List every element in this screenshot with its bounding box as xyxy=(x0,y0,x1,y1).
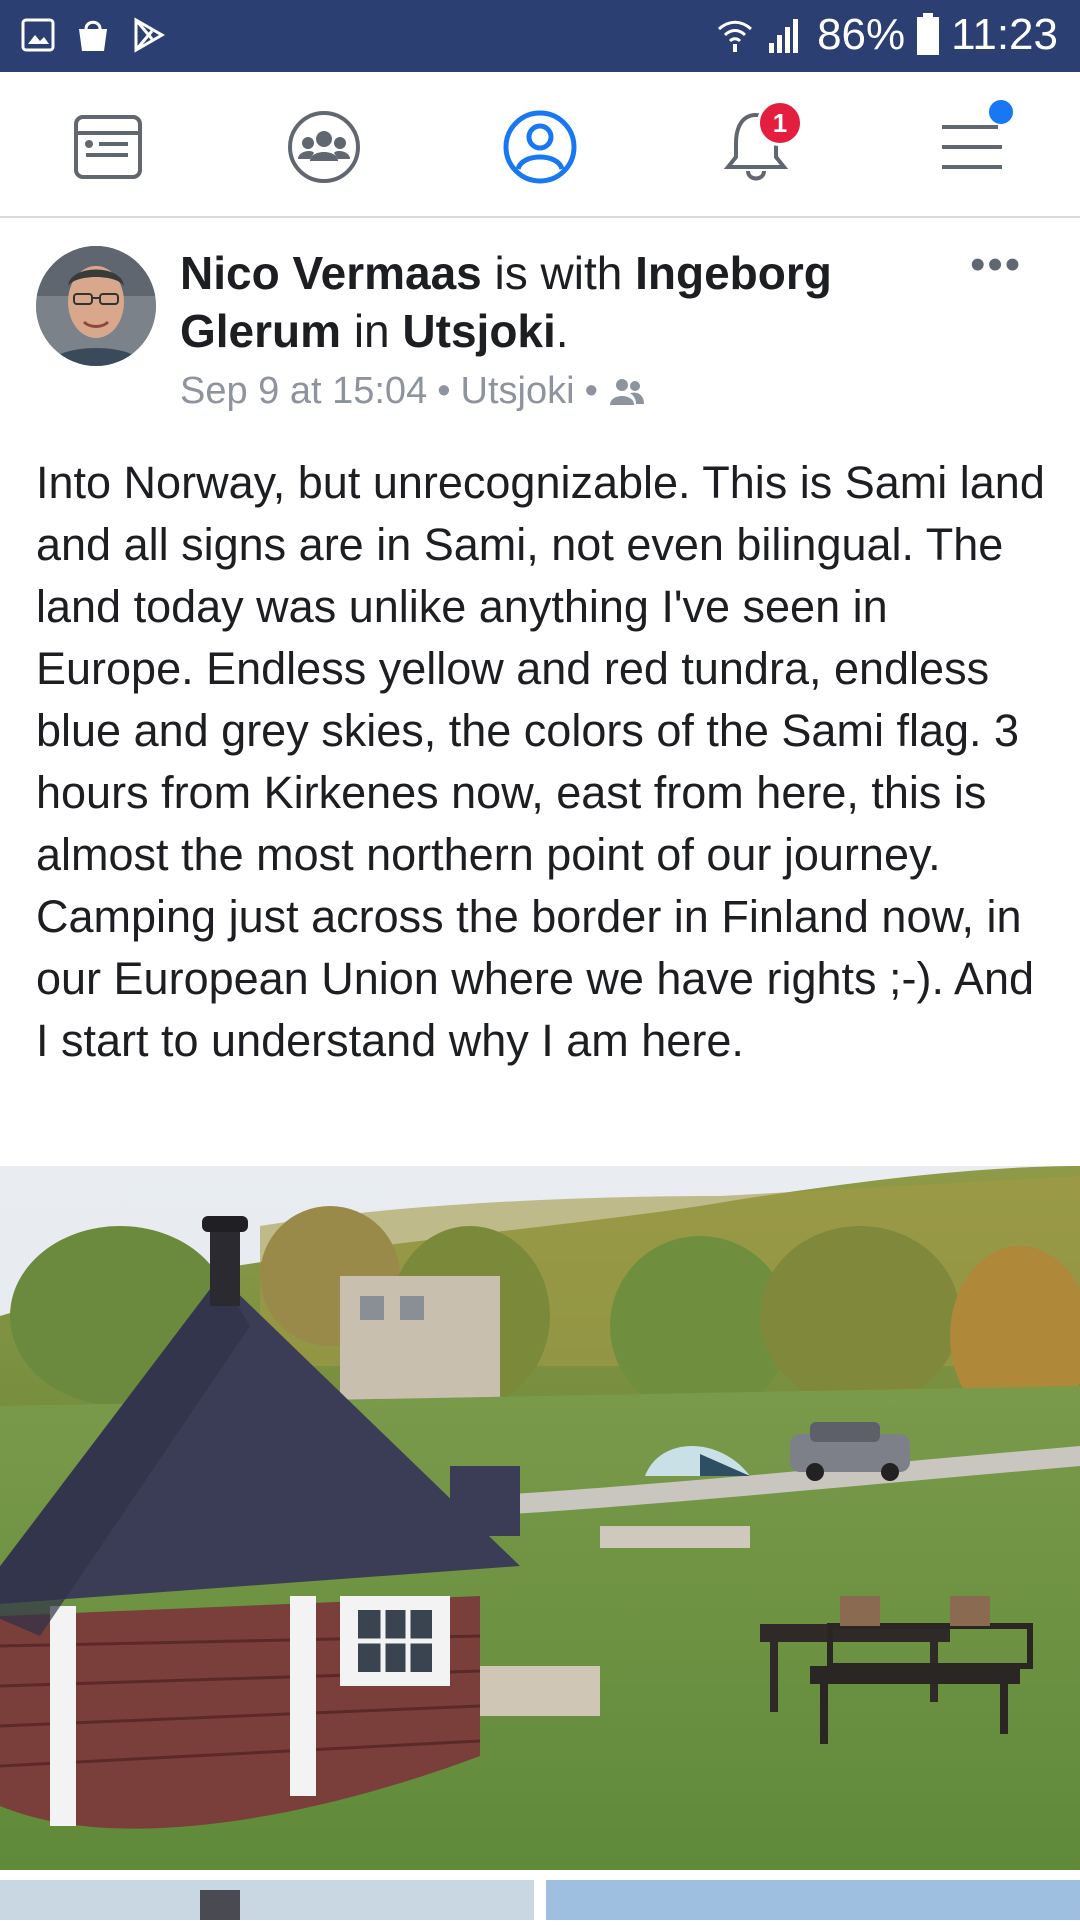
profile-icon xyxy=(503,110,577,184)
notification-badge: 1 xyxy=(757,100,803,146)
photo-thumbnails xyxy=(0,1880,1080,1920)
post-photo[interactable] xyxy=(0,1166,1080,1870)
notifications-tab[interactable]: 1 xyxy=(711,100,803,192)
post-timestamp[interactable]: Sep 9 at 15:04 xyxy=(180,370,427,413)
friends-icon[interactable] xyxy=(608,377,646,407)
post-body: Into Norway, but unrecognizable. This is… xyxy=(36,457,1045,1066)
meta-separator: • xyxy=(584,370,598,412)
top-navigation: 1 xyxy=(0,72,1080,218)
shopping-bag-icon xyxy=(79,20,107,51)
signal-icon xyxy=(769,19,799,53)
more-photos-strip[interactable] xyxy=(0,1880,1080,1920)
with-connector: is with xyxy=(494,247,623,299)
menu-tab[interactable] xyxy=(927,100,1017,192)
gallery-icon xyxy=(21,18,55,52)
post-location[interactable]: Utsjoki xyxy=(461,370,575,413)
status-right: 86% 11:23 xyxy=(715,10,1058,60)
battery-percent: 86% xyxy=(817,10,906,59)
play-store-icon xyxy=(134,17,166,53)
wifi-icon xyxy=(718,20,753,52)
post-options-button[interactable]: ••• xyxy=(970,240,1022,290)
battery-icon xyxy=(917,13,940,55)
status-bar: 86% 11:23 xyxy=(0,0,1080,72)
post-meta: Sep 9 at 15:04 • Utsjoki • xyxy=(180,370,646,413)
headline-period: . xyxy=(555,305,569,357)
post-headline: Nico Vermaas is with Ingeborg Glerum in … xyxy=(180,244,900,360)
menu-dot xyxy=(989,100,1013,124)
place-name[interactable]: Utsjoki xyxy=(402,305,555,357)
news-feed-tab[interactable] xyxy=(63,102,153,192)
in-connector: in xyxy=(353,305,390,357)
profile-tab[interactable] xyxy=(495,102,585,192)
clock: 11:23 xyxy=(951,10,1058,59)
author-name[interactable]: Nico Vermaas xyxy=(180,247,482,299)
groups-tab[interactable] xyxy=(279,102,369,192)
meta-separator: • xyxy=(437,370,451,412)
campsite-photo xyxy=(0,1166,1080,1870)
groups-icon xyxy=(288,111,360,183)
status-left-icons xyxy=(20,16,166,54)
news-feed-icon xyxy=(74,115,142,179)
avatar-photo xyxy=(36,246,156,366)
author-avatar[interactable] xyxy=(36,246,156,366)
